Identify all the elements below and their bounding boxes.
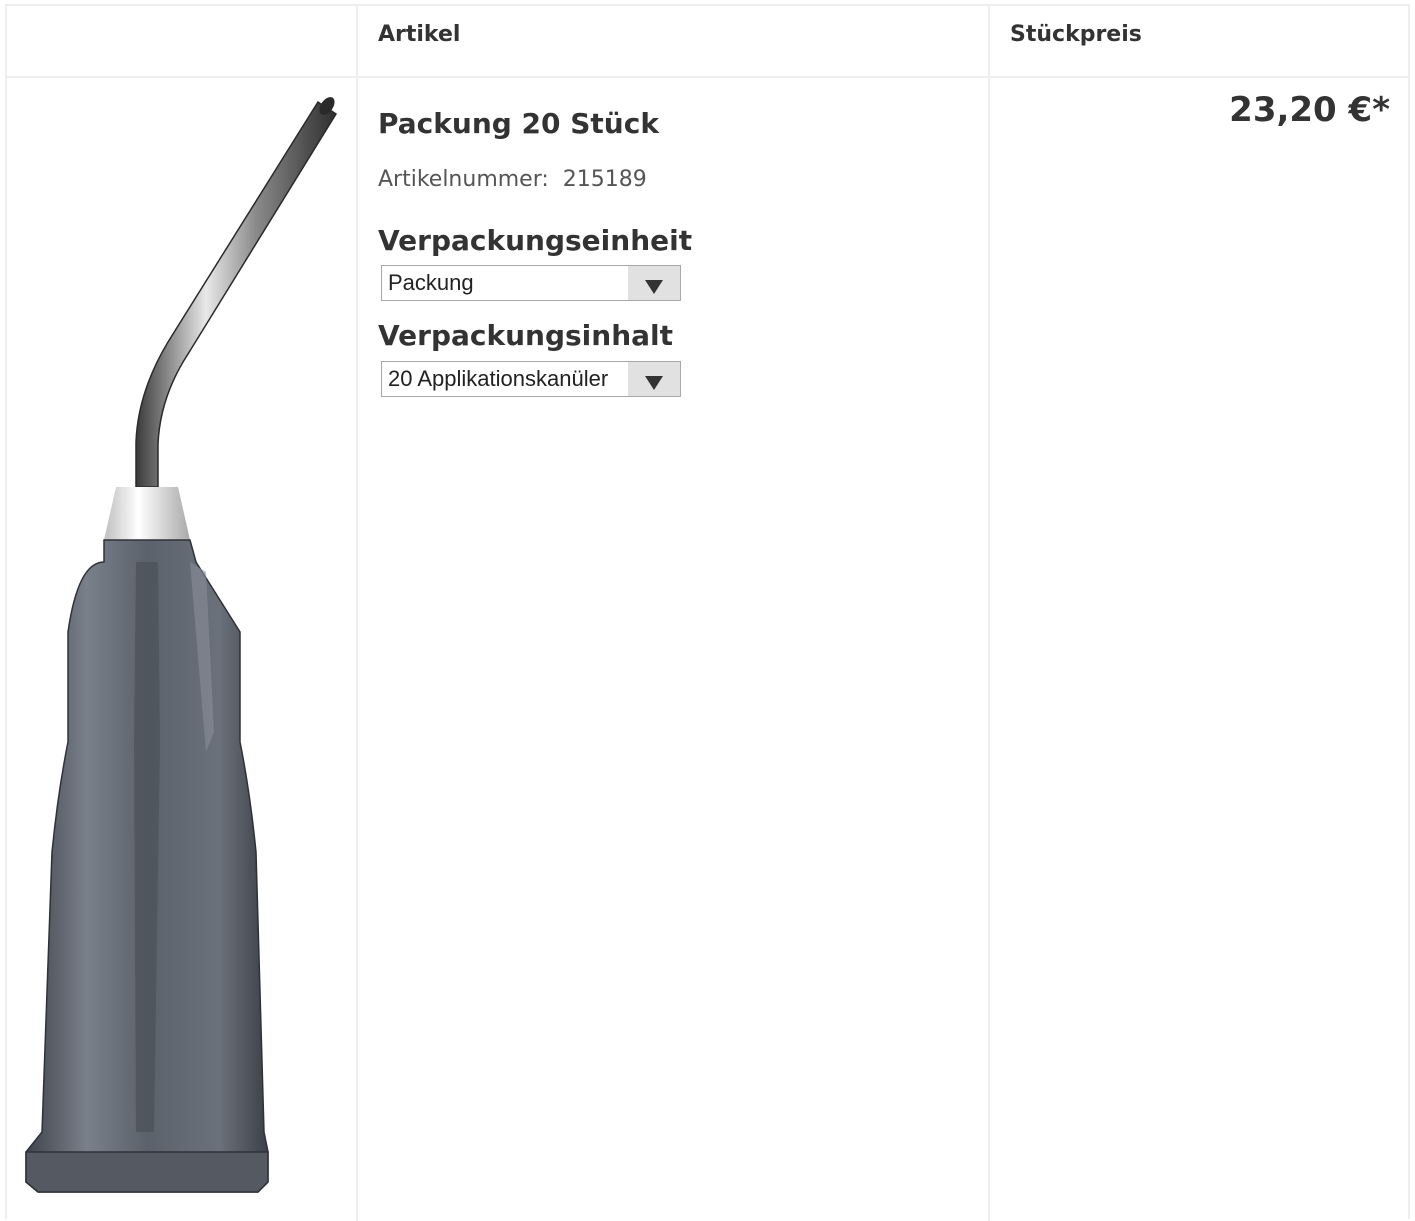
packaging-unit-value: Packung	[388, 270, 474, 295]
packaging-unit-dropdown-button[interactable]	[628, 266, 680, 300]
column-divider	[356, 6, 358, 1221]
packaging-unit-label: Verpackungseinheit	[378, 224, 693, 257]
packaging-content-label: Verpackungsinhalt	[378, 319, 674, 352]
article-number-label: Artikelnummer:	[378, 167, 549, 192]
packaging-content-value: 20 Applikationskanüler	[388, 366, 609, 391]
table-header-row	[7, 6, 1408, 78]
chevron-down-icon	[645, 280, 663, 294]
unit-price: 23,20 €*	[1229, 90, 1390, 130]
product-image[interactable]	[18, 92, 338, 1202]
header-unit-price: Stückpreis	[1010, 22, 1142, 47]
article-number: Artikelnummer: 215189	[378, 167, 647, 192]
hub-flange	[25, 1151, 269, 1193]
packaging-content-dropdown-button[interactable]	[628, 362, 680, 396]
product-title: Packung 20 Stück	[378, 107, 659, 140]
header-article: Artikel	[378, 22, 461, 47]
needle-collar	[104, 487, 190, 540]
needle-tube	[135, 100, 338, 488]
packaging-content-select[interactable]: 20 Applikationskanüler	[381, 361, 681, 397]
article-number-value: 215189	[562, 167, 647, 192]
packaging-unit-select[interactable]: Packung	[381, 265, 681, 301]
chevron-down-icon	[645, 376, 663, 390]
column-divider	[988, 6, 990, 1221]
